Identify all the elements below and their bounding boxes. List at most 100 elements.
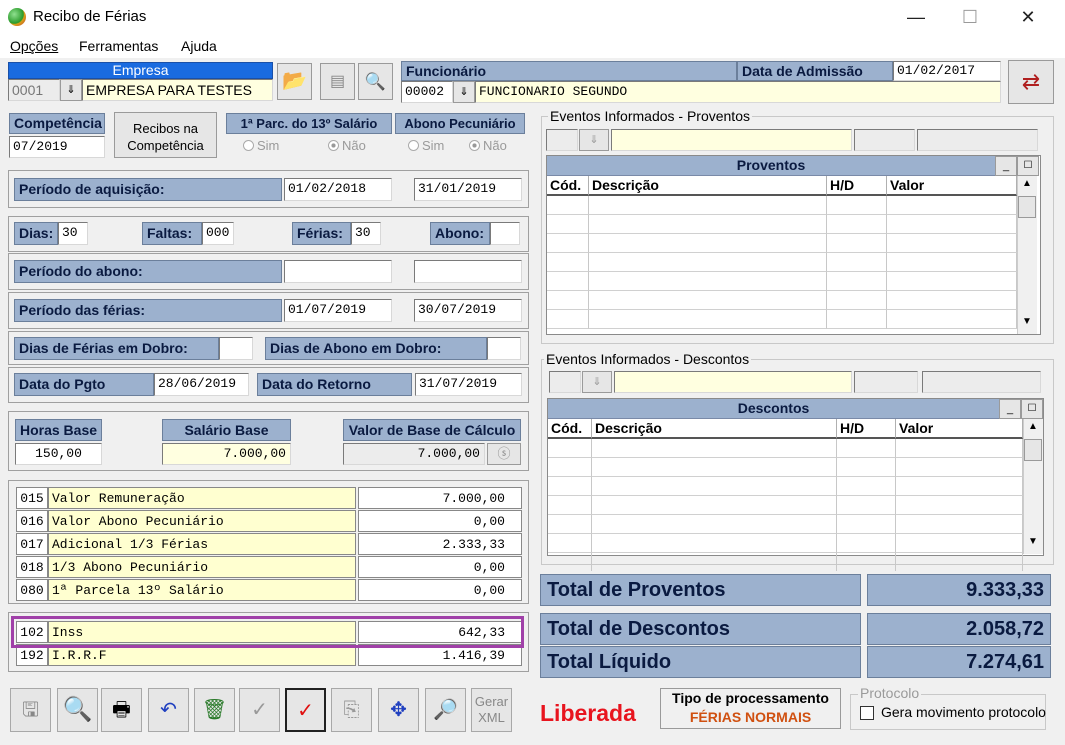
gerar-xml-button[interactable]: Gerar XML [471, 688, 512, 732]
grid-cell[interactable] [827, 253, 887, 272]
grid-cell[interactable] [887, 215, 1017, 234]
faltas-field[interactable]: 000 [202, 222, 234, 245]
grid-cell[interactable] [592, 477, 837, 496]
grid-cell[interactable] [547, 196, 589, 215]
abono-nao-radio[interactable]: Não [469, 138, 507, 153]
desc-desc-field[interactable] [614, 371, 852, 393]
rubrica-value[interactable]: 2.333,33 [358, 533, 522, 555]
prov-min-button[interactable]: _ [995, 156, 1017, 176]
grid-cell[interactable] [547, 272, 589, 291]
grid-cell[interactable] [548, 534, 592, 553]
scroll-thumb[interactable] [1024, 439, 1042, 461]
minimize-button[interactable]: — [893, 0, 939, 34]
document-button[interactable]: ▤ [320, 63, 355, 100]
grid-cell[interactable] [548, 458, 592, 477]
retorno-field[interactable]: 31/07/2019 [415, 373, 522, 396]
grid-cell[interactable] [896, 515, 1023, 534]
grid-cell[interactable] [589, 291, 827, 310]
rubrica-value[interactable]: 7.000,00 [358, 487, 522, 509]
desc-code-field[interactable] [549, 371, 581, 393]
desc-val-field[interactable] [922, 371, 1041, 393]
grid-cell[interactable] [548, 515, 592, 534]
employee-transfer-button[interactable]: ⇄ [1008, 60, 1054, 104]
grid-cell[interactable] [896, 458, 1023, 477]
grid-cell[interactable] [548, 496, 592, 515]
recibos-competencia-button[interactable]: Recibos na Competência [114, 112, 217, 158]
grid-cell[interactable] [548, 553, 592, 572]
menu-ajuda[interactable]: Ajuda [181, 38, 217, 54]
salario-base-field[interactable]: 7.000,00 [162, 443, 291, 465]
empresa-lookup-button[interactable]: ⇓ [60, 79, 82, 101]
grid-cell[interactable] [547, 234, 589, 253]
prov-val-field[interactable] [917, 129, 1038, 151]
grid-cell[interactable] [592, 458, 837, 477]
calc-info-button[interactable]: ⓢ [487, 443, 521, 465]
rubrica-value[interactable]: 0,00 [358, 579, 522, 601]
grid-cell[interactable] [589, 196, 827, 215]
scroll-thumb[interactable] [1018, 196, 1036, 218]
grid-cell[interactable] [827, 272, 887, 291]
grid-cell[interactable] [592, 553, 837, 572]
export-button[interactable]: ⎘ [331, 688, 372, 732]
delete-button[interactable]: 🗑 [194, 688, 235, 732]
grid-col-header[interactable]: H/D [827, 176, 887, 196]
grid-cell[interactable] [887, 291, 1017, 310]
grid-cell[interactable] [592, 515, 837, 534]
funcionario-lookup-button[interactable]: ⇓ [453, 81, 475, 103]
grid-cell[interactable] [592, 496, 837, 515]
parc13-sim-radio[interactable]: Sim [243, 138, 279, 153]
grid-col-header[interactable]: Cód. [548, 419, 592, 439]
approve-button[interactable]: ✓ [285, 688, 326, 732]
grid-cell[interactable] [827, 196, 887, 215]
abono-field[interactable] [490, 222, 520, 245]
aquisicao-start-field[interactable]: 01/02/2018 [284, 178, 392, 201]
navigate-button[interactable]: ✥ [378, 688, 419, 732]
desc-min-button[interactable]: _ [999, 399, 1021, 419]
menu-ferramentas[interactable]: Ferramentas [79, 38, 158, 54]
grid-cell[interactable] [837, 477, 896, 496]
grid-cell[interactable] [827, 291, 887, 310]
grid-cell[interactable] [589, 215, 827, 234]
protocolo-checkbox[interactable] [860, 706, 874, 720]
scroll-down-icon[interactable]: ▼ [1017, 316, 1037, 327]
grid-cell[interactable] [887, 196, 1017, 215]
periodo-abono-start-field[interactable] [284, 260, 392, 283]
search-button[interactable]: 🔍 [57, 688, 98, 732]
grid-cell[interactable] [887, 310, 1017, 329]
grid-cell[interactable] [837, 439, 896, 458]
grid-cell[interactable] [896, 496, 1023, 515]
empresa-code-field[interactable]: 0001 [8, 79, 60, 101]
grid-col-header[interactable]: H/D [837, 419, 896, 439]
funcionario-code-field[interactable]: 00002 [401, 81, 453, 103]
rubrica-value[interactable]: 0,00 [358, 556, 522, 578]
pgto-field[interactable]: 28/06/2019 [154, 373, 249, 396]
grid-cell[interactable] [589, 310, 827, 329]
empresa-name-field[interactable]: EMPRESA PARA TESTES [82, 79, 273, 101]
prov-max-button[interactable]: ☐ [1017, 156, 1039, 176]
save-button[interactable]: 🖫 [10, 688, 51, 732]
grid-cell[interactable] [896, 534, 1023, 553]
horas-base-field[interactable]: 150,00 [15, 443, 102, 465]
scroll-up-icon[interactable]: ▲ [1023, 421, 1043, 432]
confirm-button[interactable]: ✓ [239, 688, 280, 732]
grid-cell[interactable] [887, 272, 1017, 291]
grid-cell[interactable] [827, 215, 887, 234]
grid-cell[interactable] [837, 496, 896, 515]
grid-cell[interactable] [887, 234, 1017, 253]
grid-col-header[interactable]: Valor [896, 419, 1023, 439]
grid-col-header[interactable]: Descrição [589, 176, 827, 196]
prov-hd-field[interactable] [854, 129, 915, 151]
search-user-button[interactable]: 🔎 [425, 688, 466, 732]
grid-cell[interactable] [837, 515, 896, 534]
abono-dobro-field[interactable] [487, 337, 521, 360]
grid-cell[interactable] [589, 234, 827, 253]
grid-cell[interactable] [547, 215, 589, 234]
prov-code-field[interactable] [546, 129, 578, 151]
ferias-dobro-field[interactable] [219, 337, 253, 360]
dias-field[interactable]: 30 [58, 222, 88, 245]
prov-desc-field[interactable] [611, 129, 852, 151]
competencia-field[interactable]: 07/2019 [9, 136, 105, 158]
grid-cell[interactable] [896, 553, 1023, 572]
desc-max-button[interactable]: ☐ [1021, 399, 1043, 419]
desc-lookup-button[interactable]: ⇓ [582, 371, 612, 393]
